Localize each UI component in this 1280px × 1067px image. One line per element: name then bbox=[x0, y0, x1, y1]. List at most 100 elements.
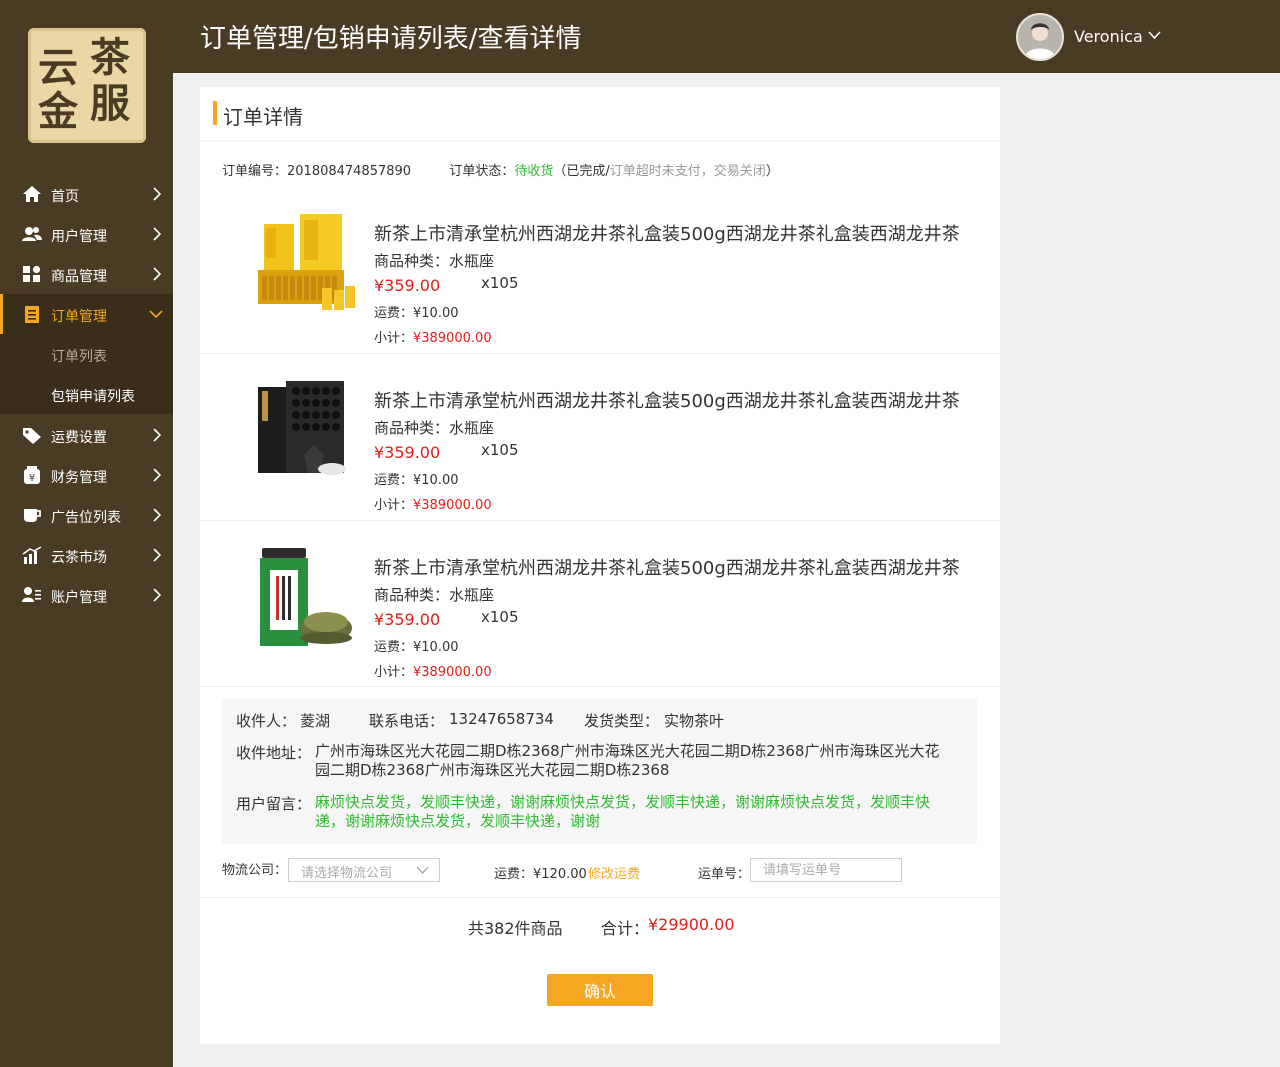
logo-char: 服 bbox=[90, 80, 130, 127]
breadcrumb: 订单管理/包销申请列表/查看详情 bbox=[200, 24, 582, 54]
address-label: 收件地址： bbox=[236, 744, 312, 762]
sidebar-subitem-presale-list[interactable]: 包销申请列表 bbox=[0, 374, 173, 414]
product-price: ¥359.00 bbox=[374, 443, 441, 462]
product-qty: x105 bbox=[481, 608, 519, 626]
product-price: ¥359.00 bbox=[374, 610, 441, 629]
category-value: 水瓶座 bbox=[449, 252, 495, 270]
sidebar-item-shipping[interactable]: 运费设置 bbox=[0, 415, 173, 455]
sidebar-item-products[interactable]: 商品管理 bbox=[0, 254, 173, 294]
category-label: 商品种类： bbox=[374, 419, 450, 437]
product-item: 新茶上市清承堂杭州西湖龙井茶礼盒装500g西湖龙井茶礼盒装西湖龙井茶 商品种类：… bbox=[200, 188, 1000, 354]
category-label: 商品种类： bbox=[374, 252, 450, 270]
product-shipping: 运费：¥10.00 bbox=[374, 469, 459, 488]
chevron-right-icon bbox=[153, 588, 162, 602]
shipping-fee: 运费：¥120.00 bbox=[494, 863, 587, 882]
confirm-button[interactable]: 确认 bbox=[547, 974, 653, 1006]
users-icon bbox=[22, 227, 42, 241]
modify-fee-link[interactable]: 修改运费 bbox=[588, 863, 640, 882]
sidebar-item-label: 用户管理 bbox=[51, 229, 107, 245]
total-label: 合计： bbox=[601, 919, 650, 938]
message-line: 递，谢谢麻烦快点发货，发顺丰快递，谢谢 bbox=[315, 812, 601, 830]
sidebar-subitem-label: 订单列表 bbox=[51, 349, 107, 365]
sidebar-item-orders[interactable]: 订单管理 bbox=[0, 294, 173, 334]
waybill-label: 运单号： bbox=[698, 867, 751, 882]
subtotal-value: ¥389000.00 bbox=[413, 498, 492, 513]
logo-char: 茶 bbox=[90, 34, 130, 81]
product-title: 新茶上市清承堂杭州西湖龙井茶礼盒装500g西湖龙井茶礼盒装西湖龙井茶 bbox=[374, 224, 960, 245]
divider bbox=[200, 520, 1000, 521]
chevron-right-icon bbox=[153, 468, 162, 482]
category-value: 水瓶座 bbox=[449, 419, 495, 437]
grid-icon bbox=[23, 265, 41, 282]
order-no: 201808474857890 bbox=[287, 164, 412, 179]
order-no-label: 订单编号： bbox=[222, 164, 288, 179]
product-category: 商品种类：水瓶座 bbox=[374, 250, 494, 271]
order-status-label: 订单状态： bbox=[449, 164, 515, 179]
product-item: 新茶上市清承堂杭州西湖龙井茶礼盒装500g西湖龙井茶礼盒装西湖龙井茶 商品种类：… bbox=[200, 522, 1000, 688]
sidebar-item-label: 云茶市场 bbox=[51, 550, 107, 566]
divider bbox=[200, 686, 1000, 687]
order-status-paren: （已完成/ bbox=[553, 164, 610, 179]
sidebar-item-home[interactable]: 首页 bbox=[0, 174, 173, 214]
shipping-value: ¥10.00 bbox=[413, 640, 459, 655]
sidebar-item-users[interactable]: 用户管理 bbox=[0, 214, 173, 254]
shipping-label: 运费： bbox=[374, 473, 414, 488]
sidebar-item-finance[interactable]: ¥ 财务管理 bbox=[0, 455, 173, 495]
message-value: 麻烦快点发货，发顺丰快递，谢谢麻烦快点发货，发顺丰快递，谢谢麻烦快点发货，发顺丰… bbox=[315, 793, 975, 831]
shipping-value: ¥10.00 bbox=[413, 473, 459, 488]
subtotal-label: 小计： bbox=[374, 665, 414, 680]
sidebar-item-label: 广告位列表 bbox=[51, 510, 121, 526]
phone-value: 13247658734 bbox=[449, 710, 554, 728]
address-line: 广州市海珠区光大花园二期D栋2368广州市海珠区光大花园二期D栋2368广州市海… bbox=[315, 742, 940, 760]
shipping-fee-value: ¥120.00 bbox=[533, 867, 587, 882]
account-icon bbox=[22, 587, 41, 602]
chart-icon bbox=[22, 546, 42, 564]
panel-title: 订单详情 bbox=[223, 105, 303, 129]
chevron-down-icon bbox=[149, 310, 163, 319]
product-subtotal: 小计：¥389000.00 bbox=[374, 661, 492, 680]
logo-char: 金 bbox=[38, 88, 78, 135]
message-line: 麻烦快点发货，发顺丰快递，谢谢麻烦快点发货，发顺丰快递，谢谢麻烦快点发货，发顺丰… bbox=[315, 793, 931, 811]
chevron-right-icon bbox=[153, 227, 162, 241]
divider bbox=[200, 140, 1000, 141]
brand-logo: 云 茶 金 服 bbox=[28, 28, 146, 143]
total-value: ¥29900.00 bbox=[648, 915, 735, 934]
sidebar-item-market[interactable]: 云茶市场 bbox=[0, 535, 173, 575]
user-avatar-icon bbox=[1018, 15, 1062, 59]
divider bbox=[200, 897, 1000, 898]
product-subtotal: 小计：¥389000.00 bbox=[374, 327, 492, 346]
product-shipping: 运费：¥10.00 bbox=[374, 302, 459, 321]
logo-char: 云 bbox=[38, 44, 78, 91]
svg-text:¥: ¥ bbox=[29, 473, 35, 484]
yen-jar-icon: ¥ bbox=[24, 466, 40, 484]
waybill-input[interactable] bbox=[750, 858, 902, 882]
sidebar-item-account[interactable]: 账户管理 bbox=[0, 575, 173, 615]
shipping-fee-label: 运费： bbox=[494, 867, 534, 882]
sidebar-item-ads[interactable]: 广告位列表 bbox=[0, 495, 173, 535]
product-image-black-tea-box bbox=[252, 381, 357, 486]
shipping-label: 运费： bbox=[374, 306, 414, 321]
sidebar-item-label: 财务管理 bbox=[51, 470, 107, 486]
sidebar-item-label: 首页 bbox=[51, 189, 79, 205]
username[interactable]: Veronica bbox=[1074, 27, 1143, 46]
product-qty: x105 bbox=[481, 441, 519, 459]
top-header: 订单管理/包销申请列表/查看详情 Veronica bbox=[173, 0, 1280, 73]
home-icon bbox=[23, 186, 41, 202]
product-image-green-tea-can bbox=[252, 548, 357, 653]
order-status-current: 待收货 bbox=[514, 164, 554, 179]
chevron-right-icon bbox=[153, 267, 162, 281]
chevron-down-icon bbox=[416, 866, 429, 874]
chevron-right-icon bbox=[153, 187, 162, 201]
category-value: 水瓶座 bbox=[449, 586, 495, 604]
subtotal-value: ¥389000.00 bbox=[413, 665, 492, 680]
product-price: ¥359.00 bbox=[374, 276, 441, 295]
address-value: 广州市海珠区光大花园二期D栋2368广州市海珠区光大花园二期D栋2368广州市海… bbox=[315, 742, 975, 780]
tag-icon bbox=[23, 428, 41, 444]
recipient-info: 收件人： 菱湖 联系电话： 13247658734 发货类型： 实物茶叶 收件地… bbox=[222, 698, 977, 844]
shipping-label: 运费： bbox=[374, 640, 414, 655]
chevron-down-icon[interactable] bbox=[1148, 31, 1161, 40]
avatar[interactable] bbox=[1016, 13, 1064, 61]
sidebar-subitem-order-list[interactable]: 订单列表 bbox=[0, 334, 173, 374]
logistics-company-select[interactable]: 请选择物流公司 bbox=[288, 858, 440, 882]
sidebar-menu: 首页 用户管理 商品管理 订单管理 订单列表 包销申请列表 运费设置 ¥ 财务管… bbox=[0, 174, 173, 615]
